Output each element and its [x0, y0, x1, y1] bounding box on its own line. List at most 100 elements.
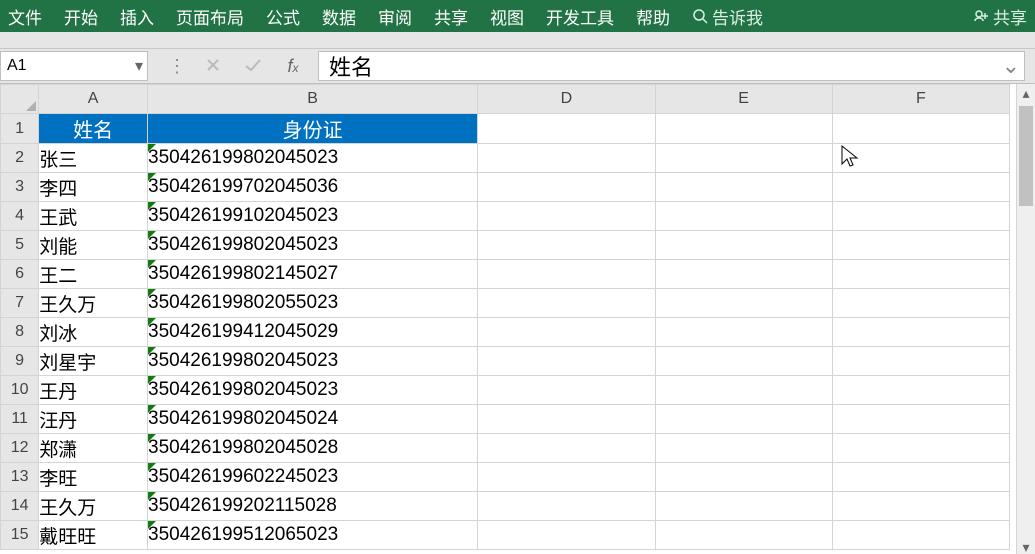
cell[interactable]: [655, 434, 832, 463]
row-head[interactable]: 4: [1, 202, 39, 231]
col-head-a[interactable]: A: [39, 85, 148, 114]
cell[interactable]: 刘星宇: [39, 347, 148, 376]
cell[interactable]: [478, 289, 655, 318]
cell[interactable]: 李四: [39, 173, 148, 202]
cell[interactable]: [478, 144, 655, 173]
cell[interactable]: [655, 347, 832, 376]
cell[interactable]: [478, 114, 655, 144]
cell[interactable]: [832, 405, 1009, 434]
cell[interactable]: 刘能: [39, 231, 148, 260]
cell[interactable]: [832, 231, 1009, 260]
cell[interactable]: [655, 289, 832, 318]
cell[interactable]: 王久万: [39, 289, 148, 318]
cell[interactable]: 戴旺旺: [39, 521, 148, 550]
row-head[interactable]: 15: [1, 521, 39, 550]
ribbon-tab-layout[interactable]: 页面布局: [176, 4, 244, 29]
cell[interactable]: 350426199802045028: [148, 434, 478, 463]
col-head-f[interactable]: F: [832, 85, 1009, 114]
cell[interactable]: [655, 260, 832, 289]
cell[interactable]: 350426199702045036: [148, 173, 478, 202]
cell[interactable]: 350426199802045023: [148, 144, 478, 173]
scroll-thumb[interactable]: [1019, 106, 1033, 206]
cell[interactable]: [832, 173, 1009, 202]
ribbon-tab-data[interactable]: 数据: [322, 4, 356, 29]
col-head-d[interactable]: D: [478, 85, 655, 114]
cell[interactable]: [832, 289, 1009, 318]
cell[interactable]: [655, 521, 832, 550]
col-head-b[interactable]: B: [148, 85, 478, 114]
cell[interactable]: [832, 434, 1009, 463]
cell[interactable]: 350426199512065023: [148, 521, 478, 550]
cell[interactable]: [832, 318, 1009, 347]
cell[interactable]: [478, 173, 655, 202]
cell[interactable]: 350426199802045023: [148, 347, 478, 376]
row-head[interactable]: 2: [1, 144, 39, 173]
cell[interactable]: [655, 173, 832, 202]
vertical-scrollbar[interactable]: ▴ ▾: [1016, 84, 1035, 554]
cell[interactable]: 350426199802055023: [148, 289, 478, 318]
cell[interactable]: [478, 318, 655, 347]
cell[interactable]: [832, 144, 1009, 173]
header-cell-b[interactable]: 身份证: [148, 114, 478, 144]
cell[interactable]: 王武: [39, 202, 148, 231]
cell[interactable]: [832, 492, 1009, 521]
row-head[interactable]: 6: [1, 260, 39, 289]
cell[interactable]: [478, 376, 655, 405]
cell[interactable]: [478, 434, 655, 463]
cell[interactable]: [478, 231, 655, 260]
cell[interactable]: [655, 405, 832, 434]
cell[interactable]: [832, 347, 1009, 376]
cell[interactable]: [478, 463, 655, 492]
cell[interactable]: 350426199802045024: [148, 405, 478, 434]
cancel-icon[interactable]: [200, 57, 226, 76]
cell[interactable]: [655, 231, 832, 260]
row-head[interactable]: 7: [1, 289, 39, 318]
cell[interactable]: [478, 405, 655, 434]
cell[interactable]: [655, 463, 832, 492]
ribbon-tab-file[interactable]: 文件: [8, 4, 42, 29]
cell[interactable]: 350426199802045023: [148, 231, 478, 260]
accept-icon[interactable]: [240, 57, 266, 76]
cell[interactable]: 350426199102045023: [148, 202, 478, 231]
cell[interactable]: [478, 260, 655, 289]
ribbon-tab-formula[interactable]: 公式: [266, 4, 300, 29]
cell[interactable]: [832, 114, 1009, 144]
row-head[interactable]: 3: [1, 173, 39, 202]
fx-icon[interactable]: fx: [280, 56, 306, 77]
formula-bar[interactable]: 姓名 ⌄: [318, 51, 1025, 81]
share-button[interactable]: 共享: [973, 4, 1027, 29]
cell[interactable]: [832, 376, 1009, 405]
cell[interactable]: 350426199202115028: [148, 492, 478, 521]
cell[interactable]: [832, 463, 1009, 492]
cell[interactable]: [832, 260, 1009, 289]
cell[interactable]: 王二: [39, 260, 148, 289]
cell[interactable]: [655, 376, 832, 405]
ribbon-tab-help[interactable]: 帮助: [636, 4, 670, 29]
cell[interactable]: [655, 318, 832, 347]
cell[interactable]: 350426199802145027: [148, 260, 478, 289]
select-all-corner[interactable]: [1, 85, 39, 114]
cell[interactable]: [655, 202, 832, 231]
cell[interactable]: 350426199802045023: [148, 376, 478, 405]
cell[interactable]: 王久万: [39, 492, 148, 521]
row-head[interactable]: 8: [1, 318, 39, 347]
header-cell-a[interactable]: 姓名: [39, 114, 148, 144]
row-head[interactable]: 13: [1, 463, 39, 492]
chevron-down-icon[interactable]: ▾: [135, 56, 143, 76]
ribbon-tab-insert[interactable]: 插入: [120, 4, 154, 29]
cell[interactable]: 王丹: [39, 376, 148, 405]
cell[interactable]: 350426199602245023: [148, 463, 478, 492]
ribbon-tab-home[interactable]: 开始: [64, 4, 98, 29]
ribbon-tab-view[interactable]: 视图: [490, 4, 524, 29]
cell[interactable]: 李旺: [39, 463, 148, 492]
row-head[interactable]: 1: [1, 114, 39, 144]
cell[interactable]: 汪丹: [39, 405, 148, 434]
cell[interactable]: [655, 114, 832, 144]
row-head[interactable]: 12: [1, 434, 39, 463]
row-head[interactable]: 9: [1, 347, 39, 376]
row-head[interactable]: 11: [1, 405, 39, 434]
grid-main[interactable]: A B D E F 1 姓名 身份证 2张三350426199802045023…: [0, 84, 1016, 554]
cell[interactable]: [655, 492, 832, 521]
more-icon[interactable]: ⋮: [168, 57, 186, 75]
tell-me[interactable]: 告诉我: [692, 4, 763, 29]
